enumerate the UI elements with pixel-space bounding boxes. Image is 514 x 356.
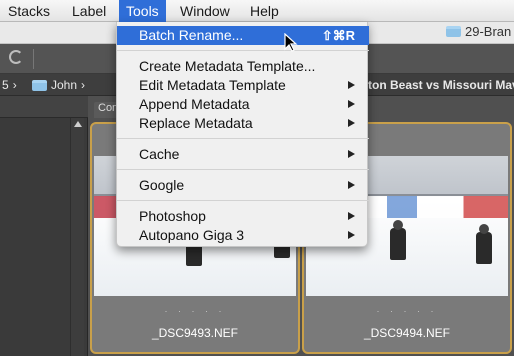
menu-tools[interactable]: Tools xyxy=(119,0,166,22)
menu-item-label: Replace Metadata xyxy=(139,115,253,131)
breadcrumb-item-label: John xyxy=(51,78,78,92)
submenu-arrow-icon xyxy=(348,212,355,220)
submenu-arrow-icon xyxy=(348,150,355,158)
menu-item-label: Photoshop xyxy=(139,208,206,224)
rotate-icon[interactable] xyxy=(9,50,23,64)
scrollbar[interactable] xyxy=(70,118,84,356)
menu-separator xyxy=(117,200,369,201)
menu-item-label: Edit Metadata Template xyxy=(139,77,286,93)
menu-item-replace-metadata[interactable]: Replace Metadata xyxy=(117,114,369,133)
breadcrumb-item-current[interactable]: ton Beast vs Missouri Mavi xyxy=(368,78,514,92)
tools-menu: Batch Rename... ⇧⌘R Create Metadata Temp… xyxy=(116,22,369,247)
menu-stacks[interactable]: Stacks xyxy=(8,0,50,22)
toolbar-divider xyxy=(33,49,34,69)
left-panel-header xyxy=(0,96,88,118)
menu-separator xyxy=(117,169,369,170)
menu-item-cache[interactable]: Cache xyxy=(117,145,369,164)
menu-item-label: Create Metadata Template... xyxy=(139,58,316,74)
menu-help[interactable]: Help xyxy=(250,0,279,22)
thumbnail-filename: _DSC9494.NEF xyxy=(363,326,451,340)
menu-separator xyxy=(117,138,369,139)
menu-item-label: Append Metadata xyxy=(139,96,250,112)
breadcrumb-lead[interactable]: 5 › xyxy=(2,78,17,92)
submenu-arrow-icon xyxy=(348,119,355,127)
window-title: 29-Bran xyxy=(446,24,511,39)
menu-item-create-template[interactable]: Create Metadata Template... xyxy=(117,57,369,76)
mouse-cursor-icon xyxy=(284,33,298,52)
menu-bar: Stacks Label Tools Window Help xyxy=(0,0,514,22)
menu-item-batch-rename[interactable]: Batch Rename... ⇧⌘R xyxy=(117,26,369,45)
submenu-arrow-icon xyxy=(348,181,355,189)
submenu-arrow-icon xyxy=(348,100,355,108)
rating-stars[interactable]: · · · · · xyxy=(304,306,510,316)
folder-icon xyxy=(446,26,461,37)
left-panel xyxy=(0,96,88,356)
menu-item-photoshop[interactable]: Photoshop xyxy=(117,207,369,226)
menu-item-autopano[interactable]: Autopano Giga 3 xyxy=(117,226,369,245)
menu-item-google[interactable]: Google xyxy=(117,176,369,195)
breadcrumb-lead-text: 5 xyxy=(2,78,9,92)
menu-item-label: Google xyxy=(139,177,185,193)
chevron-right-icon: › xyxy=(81,78,86,92)
menu-item-label: Cache xyxy=(139,146,180,162)
breadcrumb-item-label: ton Beast vs Missouri Mavi xyxy=(368,78,514,92)
rating-stars[interactable]: · · · · · xyxy=(92,306,298,316)
breadcrumb-item-john[interactable]: John › xyxy=(32,78,85,92)
submenu-arrow-icon xyxy=(348,81,355,89)
menu-item-edit-template[interactable]: Edit Metadata Template xyxy=(117,76,369,95)
folder-icon xyxy=(32,79,47,91)
scroll-up-icon[interactable] xyxy=(74,121,82,127)
menu-item-label: Autopano Giga 3 xyxy=(139,227,245,243)
menu-item-append-metadata[interactable]: Append Metadata xyxy=(117,95,369,114)
keyboard-shortcut: ⇧⌘R xyxy=(321,28,355,43)
window-title-text: 29-Bran xyxy=(465,24,512,39)
hockey-player xyxy=(390,220,406,260)
submenu-arrow-icon xyxy=(348,231,355,239)
menu-separator xyxy=(117,50,369,51)
menu-window[interactable]: Window xyxy=(180,0,230,22)
menu-label[interactable]: Label xyxy=(72,0,106,22)
thumbnail-filename: _DSC9493.NEF xyxy=(151,326,239,340)
menu-item-label: Batch Rename... xyxy=(139,27,244,43)
hockey-player xyxy=(476,224,492,264)
chevron-right-icon: › xyxy=(12,78,17,92)
